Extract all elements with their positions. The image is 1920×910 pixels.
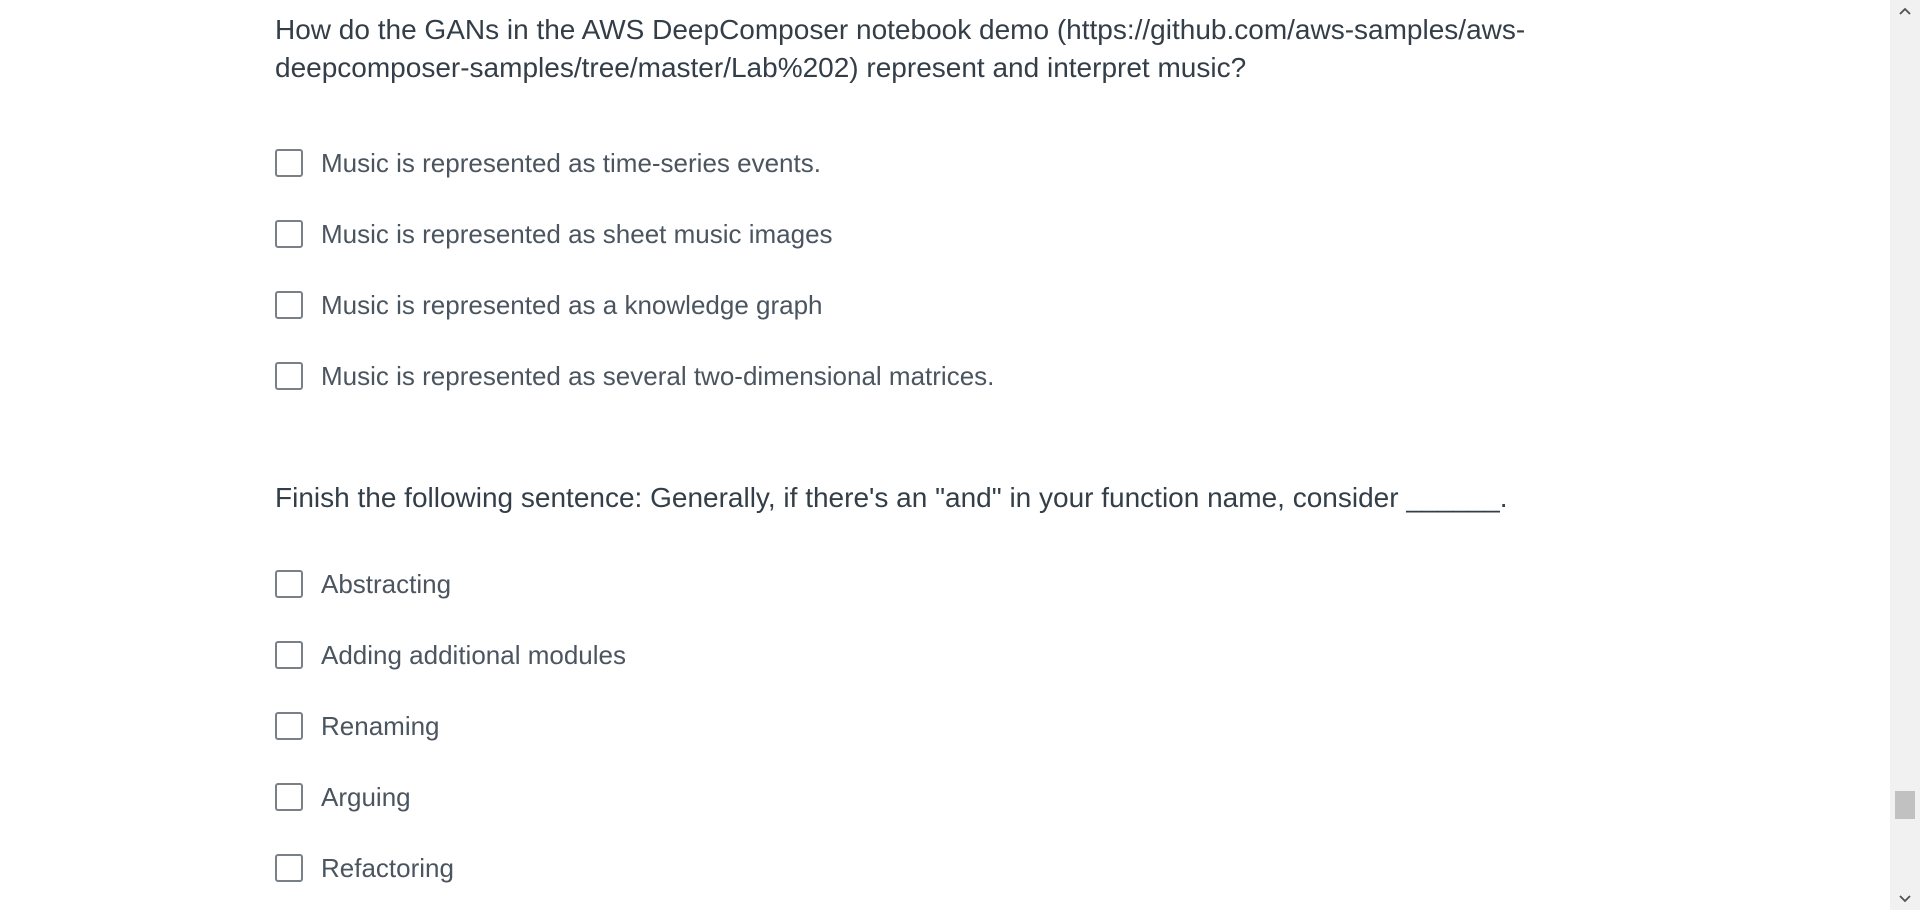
option-checkbox[interactable]: Adding additional modules: [275, 619, 1615, 690]
checkbox[interactable]: [275, 148, 303, 177]
option-checkbox[interactable]: Renaming: [275, 690, 1615, 761]
question-text: How do the GANs in the AWS DeepComposer …: [275, 14, 1526, 83]
option-checkbox[interactable]: Refactoring: [275, 832, 1615, 903]
page: How do the GANs in the AWS DeepComposer …: [0, 0, 1920, 910]
chevron-up-icon[interactable]: [1890, 0, 1920, 22]
checkbox[interactable]: [275, 782, 303, 811]
option-label: Music is represented as time-series even…: [321, 147, 821, 178]
option-checkbox[interactable]: Music is represented as time-series even…: [275, 127, 1615, 198]
option-label: Renaming: [321, 710, 440, 741]
checkbox[interactable]: [275, 711, 303, 740]
chevron-down-icon[interactable]: [1890, 888, 1920, 910]
option-checkbox[interactable]: Arguing: [275, 761, 1615, 832]
checkbox[interactable]: [275, 640, 303, 669]
option-checkbox[interactable]: Music is represented as several two-dime…: [275, 340, 1615, 411]
checkbox[interactable]: [275, 569, 303, 598]
option-label: Music is represented as several two-dime…: [321, 360, 995, 391]
vertical-scrollbar[interactable]: [1890, 0, 1920, 910]
quiz-content: How do the GANs in the AWS DeepComposer …: [275, 0, 1615, 903]
option-checkbox[interactable]: Music is represented as a knowledge grap…: [275, 269, 1615, 340]
option-label: Adding additional modules: [321, 639, 626, 670]
checkbox[interactable]: [275, 853, 303, 882]
option-label: Abstracting: [321, 568, 452, 599]
option-label: Arguing: [321, 781, 411, 812]
question-2: Finish the following sentence: Generally…: [275, 479, 1615, 903]
option-checkbox[interactable]: Music is represented as sheet music imag…: [275, 198, 1615, 269]
option-label: Music is represented as sheet music imag…: [321, 218, 833, 249]
question-text: Finish the following sentence: Generally…: [275, 482, 1508, 513]
option-label: Refactoring: [321, 852, 454, 883]
checkbox[interactable]: [275, 361, 303, 390]
option-label: Music is represented as a knowledge grap…: [321, 289, 823, 320]
question-1: How do the GANs in the AWS DeepComposer …: [275, 0, 1615, 411]
option-checkbox[interactable]: Abstracting: [275, 548, 1615, 619]
scrollbar-thumb[interactable]: [1895, 791, 1915, 819]
checkbox[interactable]: [275, 219, 303, 248]
checkbox[interactable]: [275, 290, 303, 319]
